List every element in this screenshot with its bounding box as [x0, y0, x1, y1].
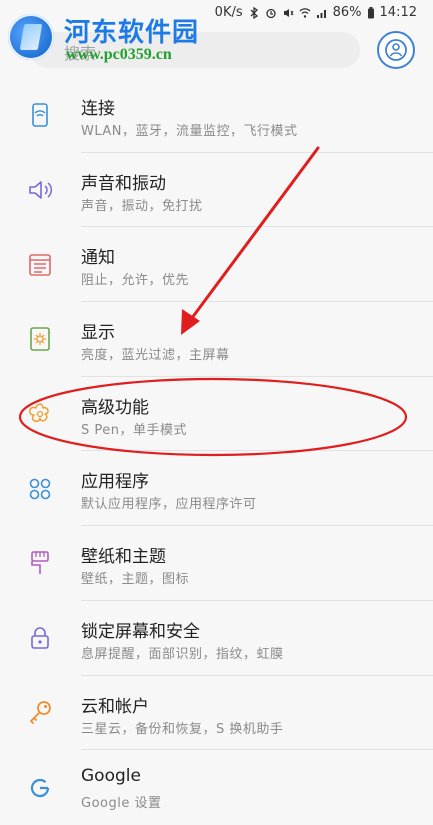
settings-item-subtitle: 阻止，允许，优先: [81, 273, 190, 289]
settings-item-title: 通知: [81, 248, 115, 269]
connections-icon: [32, 103, 48, 128]
notifications-icon: [29, 253, 51, 276]
wifi-icon: [299, 7, 311, 18]
clock: 14:12: [379, 5, 417, 20]
settings-item-title: 连接: [81, 99, 115, 119]
google-icon: [30, 778, 50, 797]
settings-item-apps[interactable]: 应用程序 默认应用程序，应用程序许可: [0, 451, 433, 527]
alarm-icon: [265, 8, 276, 18]
settings-item-title: 声音和振动: [81, 173, 166, 194]
settings-item-wallpaper-themes[interactable]: 壁纸和主题 壁纸，主题，图标: [0, 526, 433, 601]
person-icon: [385, 39, 407, 61]
settings-item-title: 锁定屏幕和安全: [81, 621, 200, 642]
display-icon: [30, 327, 50, 352]
settings-item-subtitle: 息屏提醒，面部识别，指纹，虹膜: [81, 646, 284, 662]
lock-icon: [31, 627, 49, 649]
mute-icon: [283, 8, 294, 17]
settings-item-title: 应用程序: [81, 472, 149, 493]
settings-item-advanced-features[interactable]: 高级功能 S Pen，单手模式: [0, 377, 433, 452]
settings-item-subtitle: 声音，振动，免打扰: [81, 198, 203, 214]
network-speed: 0K/s: [214, 5, 243, 20]
battery-icon: [367, 6, 374, 18]
settings-item-notifications[interactable]: 通知 阻止，允许，优先: [0, 227, 433, 303]
watermark-title: 河东软件园: [64, 18, 200, 48]
settings-item-title: 壁纸和主题: [81, 547, 166, 568]
settings-item-cloud-accounts[interactable]: 云和帐户 三星云，备份和恢复，S 换机助手: [0, 676, 433, 751]
signal-icon: [316, 9, 326, 18]
watermark-logo-icon: [8, 14, 54, 60]
settings-item-subtitle: WLAN，蓝牙，流量监控，飞行模式: [81, 124, 298, 139]
apps-icon: [29, 478, 51, 500]
battery-percent: 86%: [332, 5, 362, 20]
settings-item-connections[interactable]: 连接 WLAN，蓝牙，流量监控，飞行模式: [0, 78, 433, 153]
settings-item-subtitle: 默认应用程序，应用程序许可: [81, 497, 257, 513]
settings-item-subtitle: 亮度，蓝光过滤，主屏幕: [81, 348, 230, 364]
settings-item-subtitle: 三星云，备份和恢复，S 换机助手: [81, 721, 284, 737]
settings-item-title: 显示: [81, 323, 115, 344]
settings-item-title: Google: [81, 766, 141, 787]
settings-item-display[interactable]: 显示 亮度，蓝光过滤，主屏幕: [0, 302, 433, 377]
status-icons: 0K/s 86% 14:12: [215, 5, 417, 20]
watermark-url: www.pc0359.cn: [66, 46, 172, 63]
bluetooth-icon: [250, 6, 258, 19]
settings-item-subtitle: Google 设置: [81, 796, 162, 812]
settings-item-sound[interactable]: 声音和振动 声音，振动，免打扰: [0, 153, 433, 228]
settings-item-google[interactable]: Google Google 设置: [0, 750, 433, 825]
account-button[interactable]: [377, 31, 415, 69]
settings-item-title: 高级功能: [81, 397, 149, 418]
settings-item-lock-screen-security[interactable]: 锁定屏幕和安全 息屏提醒，面部识别，指纹，虹膜: [0, 601, 433, 676]
wallpaper-theme-icon: [31, 551, 49, 575]
settings-item-subtitle: S Pen，单手模式: [81, 422, 187, 438]
key-icon: [29, 700, 51, 724]
settings-item-subtitle: 壁纸，主题，图标: [81, 572, 190, 588]
settings-item-title: 云和帐户: [81, 696, 149, 717]
advanced-features-icon: [29, 403, 49, 423]
sound-icon: [29, 181, 53, 199]
settings-list: 连接 WLAN，蓝牙，流量监控，飞行模式 声音和振动 声音，振动，免打扰 通知 …: [0, 78, 433, 825]
